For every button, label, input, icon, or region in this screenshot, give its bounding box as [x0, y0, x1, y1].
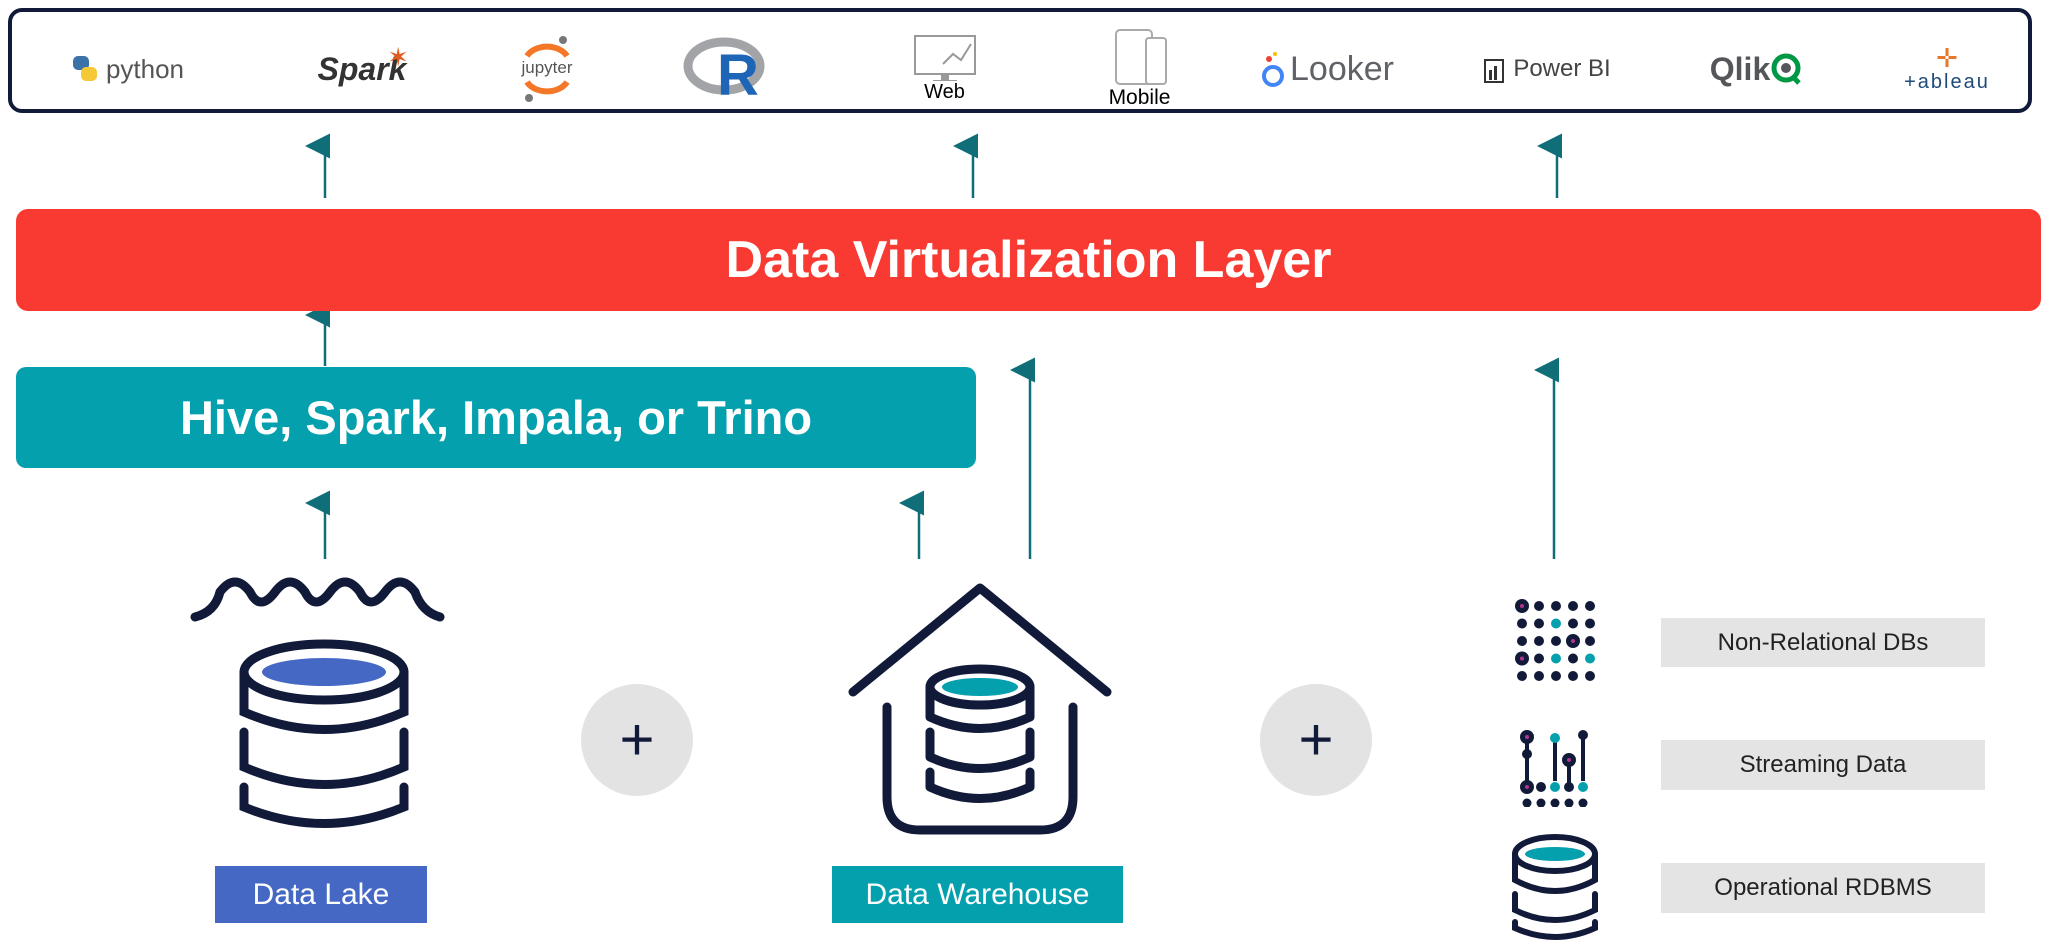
dot	[1568, 618, 1578, 629]
dot	[1517, 636, 1527, 646]
dot	[1534, 618, 1544, 629]
dot	[1568, 601, 1578, 611]
non-relational-dbs-label: Non-Relational DBs	[1661, 618, 1985, 667]
operational-rdbms-label: Operational RDBMS	[1661, 863, 1985, 913]
dot	[1585, 671, 1595, 681]
data-warehouse-label: Data Warehouse	[832, 866, 1123, 923]
plus-icon: +	[581, 684, 693, 796]
data-virtualization-layer: Data Virtualization Layer	[16, 209, 2041, 311]
data-warehouse-icon	[848, 583, 1112, 835]
dot	[1517, 618, 1527, 629]
dot	[1585, 653, 1595, 664]
dot-center	[1520, 656, 1524, 661]
dot	[1534, 601, 1544, 611]
dot	[1551, 618, 1561, 629]
dot	[1534, 636, 1544, 646]
dot	[1568, 671, 1578, 681]
dot	[1534, 671, 1544, 681]
dot	[1551, 671, 1561, 681]
streaming-data-label: Streaming Data	[1661, 740, 1985, 790]
data-lake-icon	[190, 577, 445, 828]
dot	[1551, 653, 1561, 664]
dot	[1551, 601, 1561, 611]
streaming-data-icon	[1520, 730, 1588, 807]
dot	[1551, 636, 1561, 646]
dot	[1568, 653, 1578, 664]
dot-center	[1571, 639, 1575, 643]
dot	[1585, 618, 1595, 629]
non-relational-db-icon	[1515, 599, 1595, 681]
dot	[1585, 636, 1595, 646]
data-lake-label: Data Lake	[215, 866, 427, 923]
query-engines-layer: Hive, Spark, Impala, or Trino	[16, 367, 976, 468]
dot	[1517, 671, 1527, 681]
dot	[1585, 601, 1595, 611]
plus-icon: +	[1260, 684, 1372, 796]
dot	[1534, 653, 1544, 664]
dot-center	[1520, 604, 1524, 608]
operational-rdbms-icon	[1512, 834, 1598, 940]
